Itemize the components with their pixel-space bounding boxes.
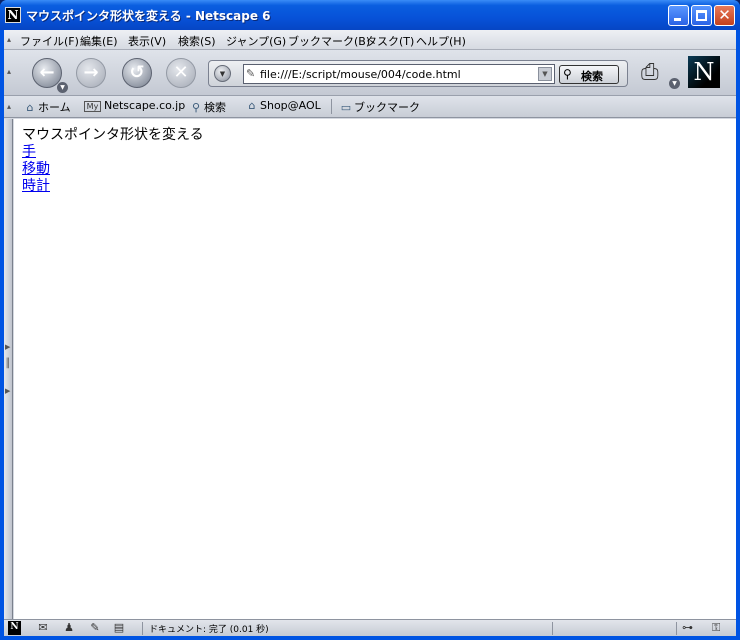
- back-dropdown-icon[interactable]: ▼: [57, 82, 68, 93]
- folder-icon: ▭: [340, 101, 352, 114]
- stop-icon: ✕: [173, 62, 189, 83]
- menu-bar: ▴ ファイル(F) 編集(E) 表示(V) 検索(S) ジャンプ(G) ブックマ…: [4, 30, 736, 50]
- bookmark-folder[interactable]: ▭ ブックマーク: [338, 99, 420, 115]
- status-separator: [676, 622, 677, 635]
- status-separator: [552, 622, 553, 635]
- magnifier-icon: ⚲: [563, 67, 572, 81]
- address-book-icon[interactable]: ▤: [110, 621, 128, 635]
- bookmark-shop[interactable]: ⌂ Shop@AOL: [244, 99, 321, 112]
- url-text: file:///E:/script/mouse/004/code.html: [260, 68, 461, 81]
- menu-help[interactable]: ヘルプ(H): [416, 33, 466, 49]
- minimize-icon: [674, 18, 681, 21]
- print-icon[interactable]: ⎙: [641, 62, 671, 84]
- page-heading: マウスポインタ形状を変える: [22, 127, 204, 143]
- security-lock-icon[interactable]: ⚿: [712, 621, 720, 635]
- menu-file[interactable]: ファイル(F): [20, 33, 79, 49]
- toolbar-grip-icon[interactable]: ▴: [5, 103, 13, 111]
- menu-tasks[interactable]: タスク(T): [366, 33, 414, 49]
- home-icon: ⌂: [26, 101, 34, 114]
- page-viewport: マウスポインタ形状を変える 手 移動 時計: [14, 119, 736, 619]
- reload-icon: ↺: [129, 62, 145, 83]
- toolbar-separator: [331, 99, 332, 114]
- browser-window: N マウスポインタ形状を変える - Netscape 6 ✕ ▴ ファイル(F)…: [0, 0, 740, 640]
- bookmark-search[interactable]: ⚲ 検索: [188, 99, 226, 115]
- url-bar: ▼ ✎ file:///E:/script/mouse/004/code.htm…: [208, 60, 628, 87]
- minimize-button[interactable]: [668, 5, 689, 26]
- sidebar-handle-icon: ║: [5, 359, 11, 369]
- menu-edit[interactable]: 編集(E): [80, 33, 118, 49]
- menu-go[interactable]: ジャンプ(G): [226, 33, 286, 49]
- content-area: ▶ ║ ▶ マウスポインタ形状を変える 手 移動 時計: [4, 119, 736, 619]
- navigation-toolbar: ▴ ← ▼ → ↺ ✕ ▼ ✎ file:///E:/script/mouse/…: [4, 50, 736, 96]
- status-bar: N ✉ ♟ ✎ ▤ ドキュメント: 完了 (0.01 秒) ⊶ ⚿: [4, 619, 736, 636]
- bookmark-netscape[interactable]: My Netscape.co.jp: [84, 99, 185, 112]
- print-dropdown-icon[interactable]: ▼: [669, 78, 680, 89]
- toolbar-grip-icon[interactable]: ▴: [5, 68, 13, 76]
- toolbar-grip-icon[interactable]: ▴: [5, 36, 13, 44]
- reload-button[interactable]: ↺: [122, 58, 152, 88]
- window-title: マウスポインタ形状を変える - Netscape 6: [26, 9, 271, 23]
- maximize-button[interactable]: [691, 5, 712, 26]
- online-status-icon[interactable]: ⊶: [682, 621, 693, 634]
- instant-messenger-icon[interactable]: ♟: [60, 621, 78, 635]
- title-bar[interactable]: N マウスポインタ形状を変える - Netscape 6 ✕: [0, 0, 740, 30]
- menu-search[interactable]: 検索(S): [178, 33, 216, 49]
- close-button[interactable]: ✕: [714, 5, 735, 26]
- link-clock[interactable]: 時計: [22, 178, 50, 195]
- sidebar-arrow-icon: ▶: [5, 387, 11, 395]
- forward-button[interactable]: →: [76, 58, 106, 88]
- menu-view[interactable]: 表示(V): [128, 33, 166, 49]
- forward-arrow-icon: →: [83, 62, 99, 83]
- sidebar-grip[interactable]: ▶ ║ ▶: [4, 119, 13, 619]
- close-icon: ✕: [718, 6, 731, 24]
- search-button-label: 検索: [581, 70, 603, 83]
- url-input[interactable]: ✎ file:///E:/script/mouse/004/code.html …: [243, 64, 555, 84]
- composer-icon[interactable]: ✎: [86, 621, 104, 635]
- link-hand[interactable]: 手: [22, 144, 36, 161]
- status-separator: [142, 622, 143, 635]
- search-icon: ⚲: [191, 101, 201, 114]
- url-dropdown-icon[interactable]: ▼: [538, 67, 552, 81]
- shop-icon: ⌂: [248, 99, 256, 112]
- sidebar-arrow-icon: ▶: [5, 343, 11, 351]
- netscape-status-icon[interactable]: N: [8, 621, 21, 635]
- page-icon: ✎: [246, 67, 256, 80]
- personal-toolbar: ▴ ⌂ ホーム My Netscape.co.jp ⚲ 検索 ⌂ Shop@AOL ▭ ブ…: [4, 96, 736, 118]
- url-menu-icon[interactable]: ▼: [214, 65, 231, 82]
- mail-icon[interactable]: ✉: [34, 621, 52, 635]
- bookmark-home[interactable]: ⌂ ホーム: [22, 99, 71, 115]
- stop-button[interactable]: ✕: [166, 58, 196, 88]
- netscape-throbber-icon[interactable]: N: [688, 56, 720, 88]
- menu-bookmarks[interactable]: ブックマーク(B): [288, 33, 370, 49]
- link-move[interactable]: 移動: [22, 161, 50, 178]
- back-arrow-icon: ←: [39, 62, 55, 83]
- maximize-icon: [696, 10, 707, 21]
- status-text: ドキュメント: 完了 (0.01 秒): [149, 625, 269, 635]
- browser-frame: ▴ ファイル(F) 編集(E) 表示(V) 検索(S) ジャンプ(G) ブックマ…: [4, 30, 736, 636]
- netscape-logo-icon: N: [5, 7, 21, 23]
- my-netscape-icon: My: [84, 101, 101, 112]
- search-button[interactable]: ⚲ 検索: [559, 65, 619, 84]
